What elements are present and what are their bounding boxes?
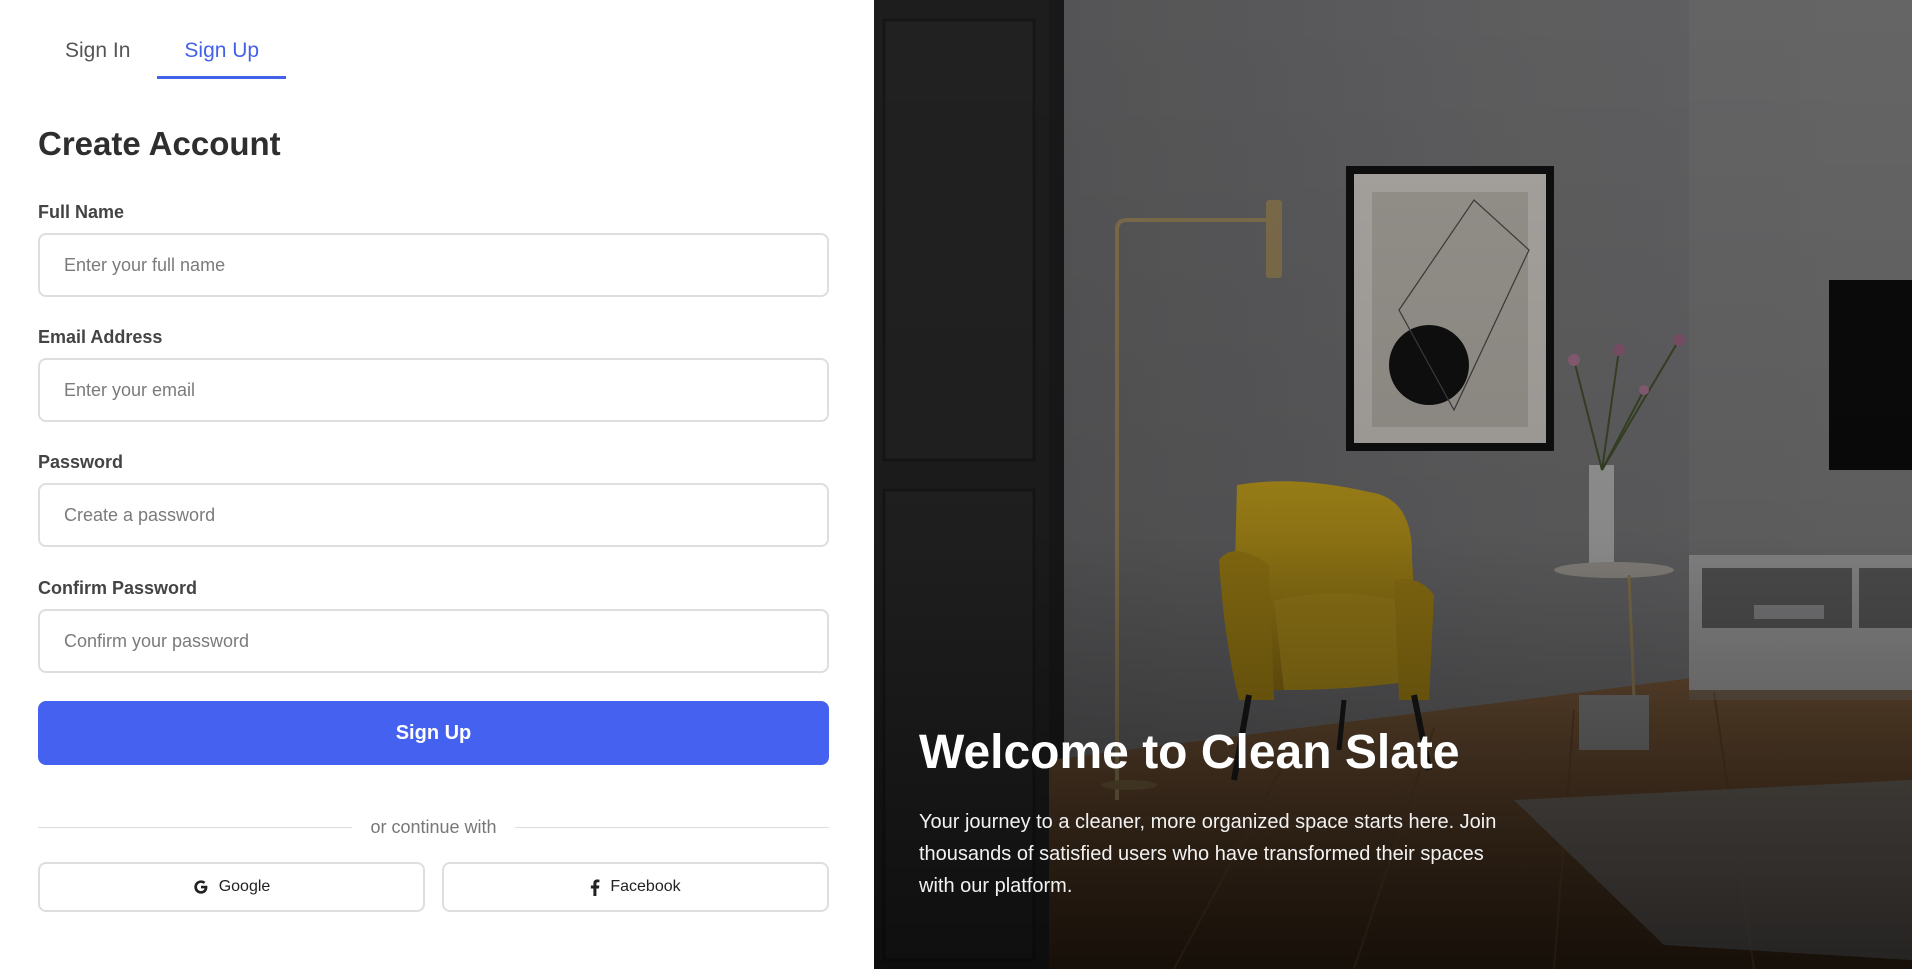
full-name-input[interactable] <box>38 233 829 297</box>
google-button[interactable]: Google <box>38 862 425 912</box>
password-label: Password <box>38 452 124 472</box>
tab-sign-in[interactable]: Sign In <box>38 0 157 79</box>
tab-sign-up[interactable]: Sign Up <box>157 0 286 79</box>
facebook-label: Facebook <box>610 878 681 895</box>
google-label: Google <box>218 878 271 895</box>
facebook-button[interactable]: Facebook <box>442 862 829 912</box>
hero-description: Your journey to a cleaner, more organize… <box>919 811 1497 897</box>
password-input[interactable] <box>38 483 829 547</box>
facebook-icon <box>590 878 600 896</box>
social-divider: or continue with <box>38 815 829 839</box>
email-input[interactable] <box>38 358 829 422</box>
confirm-password-label: Confirm Password <box>38 578 198 598</box>
page-title: Create Account <box>38 125 281 162</box>
hero-panel: Welcome to Clean Slate Your journey to a… <box>874 0 1912 969</box>
divider-line-right <box>515 827 829 828</box>
auth-tabs: Sign In Sign Up <box>38 0 286 79</box>
email-label: Email Address <box>38 327 163 347</box>
confirm-password-input[interactable] <box>38 609 829 673</box>
google-icon <box>193 879 209 895</box>
signup-panel: Sign In Sign Up Create Account Full Name… <box>0 0 874 969</box>
full-name-label: Full Name <box>38 202 125 222</box>
hero-title: Welcome to Clean Slate <box>919 726 1460 779</box>
sign-up-button[interactable]: Sign Up <box>38 701 829 765</box>
